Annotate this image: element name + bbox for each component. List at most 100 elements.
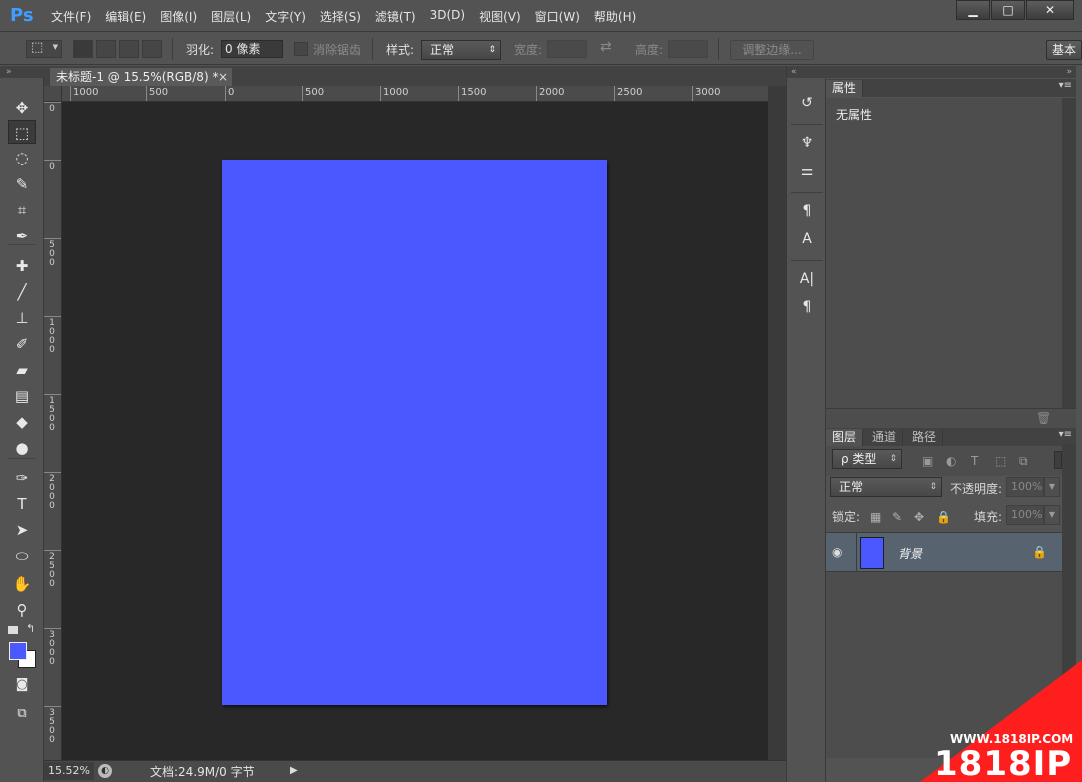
clone-stamp-tool[interactable]: ⊥: [8, 306, 36, 330]
zoom-tool[interactable]: ⚲: [8, 598, 36, 622]
type-tool[interactable]: T: [8, 492, 36, 516]
add-to-selection-button[interactable]: [96, 40, 116, 58]
filter-toggle[interactable]: [1054, 451, 1062, 469]
menu-type[interactable]: 文字(Y): [258, 8, 313, 25]
fill-dropdown[interactable]: ▼: [1044, 505, 1060, 525]
blur-tool[interactable]: ◆: [8, 410, 36, 434]
menu-window[interactable]: 窗口(W): [528, 8, 587, 25]
horizontal-ruler[interactable]: 1000 500 0 500 1000 1500 2000 2500 3000: [62, 86, 768, 102]
filter-adjustment-icon[interactable]: ◐: [946, 454, 956, 468]
pen-tool[interactable]: ✑: [8, 466, 36, 490]
intersect-selection-button[interactable]: [142, 40, 162, 58]
panel-menu-icon[interactable]: ▾≡: [1059, 429, 1072, 440]
gradient-tool[interactable]: ▤: [8, 384, 36, 408]
filter-pixel-icon[interactable]: ▣: [922, 454, 933, 468]
menu-edit[interactable]: 编辑(E): [98, 8, 153, 25]
menu-view[interactable]: 视图(V): [472, 8, 528, 25]
filter-smart-object-icon[interactable]: ⧉: [1019, 454, 1028, 469]
lock-transparent-icon[interactable]: ▦: [870, 510, 881, 524]
dock-collapse-grip[interactable]: «: [787, 66, 827, 78]
eraser-tool[interactable]: ▰: [8, 358, 36, 382]
ruler-origin[interactable]: [44, 86, 62, 102]
foreground-color-swatch[interactable]: [9, 642, 27, 660]
refine-edge-button[interactable]: 调整边缘...: [730, 40, 814, 60]
panel-menu-icon[interactable]: ▾≡: [1059, 80, 1072, 91]
swap-colors-icon[interactable]: ↰: [26, 622, 35, 635]
paragraph-styles-icon[interactable]: ¶: [796, 200, 818, 222]
hand-tool[interactable]: ✋: [8, 572, 36, 596]
quick-selection-tool[interactable]: ✎: [8, 172, 36, 196]
menu-filter[interactable]: 滤镜(T): [368, 8, 423, 25]
tab-channels[interactable]: 通道: [866, 429, 904, 446]
workspace-switcher[interactable]: 基本: [1046, 40, 1082, 60]
lock-all-icon[interactable]: 🔒: [936, 510, 951, 524]
menu-image[interactable]: 图像(I): [153, 8, 204, 25]
tool-separator: [8, 244, 36, 245]
lock-position-icon[interactable]: ✥: [914, 510, 924, 524]
status-menu-arrow-icon[interactable]: ▶: [290, 764, 302, 778]
dodge-tool[interactable]: ●: [8, 436, 36, 460]
tab-layers[interactable]: 图层: [826, 429, 864, 446]
panels-collapse-grip[interactable]: »: [826, 66, 1076, 78]
quick-mask-icon[interactable]: ◙: [8, 673, 36, 697]
trash-icon[interactable]: 🗑: [1036, 411, 1051, 425]
document-tab[interactable]: 未标题-1 @ 15.5%(RGB/8) * ×: [50, 68, 232, 86]
tab-properties[interactable]: 属性: [826, 80, 864, 97]
swap-icon[interactable]: ⇄: [600, 39, 612, 55]
minimize-button[interactable]: ▁: [956, 0, 990, 20]
document-canvas[interactable]: [222, 160, 607, 705]
fill-input[interactable]: 100%: [1006, 505, 1044, 525]
feather-input[interactable]: 0 像素: [221, 40, 283, 58]
tab-paths[interactable]: 路径: [906, 429, 944, 446]
filter-shape-icon[interactable]: ⬚: [995, 454, 1006, 468]
ruler-label: 1000: [73, 87, 99, 98]
layer-filter-select[interactable]: ρ 类型 ⇕: [832, 449, 902, 469]
default-colors-icon[interactable]: [8, 626, 18, 634]
menu-help[interactable]: 帮助(H): [587, 8, 643, 25]
menu-3d[interactable]: 3D(D): [423, 8, 472, 25]
canvas-workspace[interactable]: [62, 102, 768, 760]
eye-icon[interactable]: ◉: [832, 545, 842, 559]
screen-mode-icon[interactable]: ⧉: [8, 702, 36, 726]
close-button[interactable]: ✕: [1026, 0, 1074, 20]
healing-brush-tool[interactable]: ✚: [8, 254, 36, 278]
tool-preset-picker[interactable]: ⬚ ▼: [26, 40, 62, 58]
width-input[interactable]: [547, 40, 587, 58]
document-scrollbar[interactable]: [768, 86, 786, 760]
blend-mode-select[interactable]: 正常 ⇕: [830, 477, 942, 497]
lock-pixels-icon[interactable]: ✎: [892, 510, 902, 524]
path-selection-tool[interactable]: ➤: [8, 518, 36, 542]
filter-type-icon[interactable]: T: [971, 454, 978, 468]
history-brush-tool[interactable]: ✐: [8, 332, 36, 356]
menu-layer[interactable]: 图层(L): [204, 8, 258, 25]
brush-presets-icon[interactable]: ♆: [796, 132, 818, 154]
panel-collapse-grip[interactable]: »: [0, 66, 44, 78]
marquee-tool[interactable]: ⬚: [8, 120, 36, 144]
new-selection-button[interactable]: [73, 40, 93, 58]
opacity-dropdown[interactable]: ▼: [1044, 477, 1060, 497]
height-input[interactable]: [668, 40, 708, 58]
close-tab-icon[interactable]: ×: [218, 68, 228, 86]
crop-tool[interactable]: ⌗: [8, 198, 36, 222]
maximize-button[interactable]: □: [991, 0, 1025, 20]
status-info-icon[interactable]: ◐: [98, 764, 112, 778]
layer-row[interactable]: ◉ 背景 🔒: [826, 532, 1062, 573]
character-styles-icon[interactable]: A: [796, 228, 818, 250]
antialias-checkbox[interactable]: [294, 42, 308, 56]
brush-tool[interactable]: ╱: [8, 280, 36, 304]
menu-file[interactable]: 文件(F): [44, 8, 98, 25]
opacity-input[interactable]: 100%: [1006, 477, 1044, 497]
paragraph-panel-icon[interactable]: ¶: [796, 296, 818, 318]
vertical-ruler[interactable]: 0 0 500 1000 1500 2000 2500 3000 3500: [44, 102, 62, 760]
history-panel-icon[interactable]: ↺: [796, 92, 818, 114]
lasso-tool[interactable]: ◌: [8, 146, 36, 170]
shape-tool[interactable]: ⬭: [8, 544, 36, 568]
character-panel-icon[interactable]: A|: [796, 268, 818, 290]
move-tool[interactable]: ✥: [8, 96, 36, 120]
menu-select[interactable]: 选择(S): [313, 8, 368, 25]
adjustments-icon[interactable]: ⚌: [796, 160, 818, 182]
subtract-from-selection-button[interactable]: [119, 40, 139, 58]
zoom-level-field[interactable]: 15.52%: [44, 762, 94, 780]
layer-name[interactable]: 背景: [898, 545, 922, 562]
style-select[interactable]: 正常 ⇕: [421, 40, 501, 60]
